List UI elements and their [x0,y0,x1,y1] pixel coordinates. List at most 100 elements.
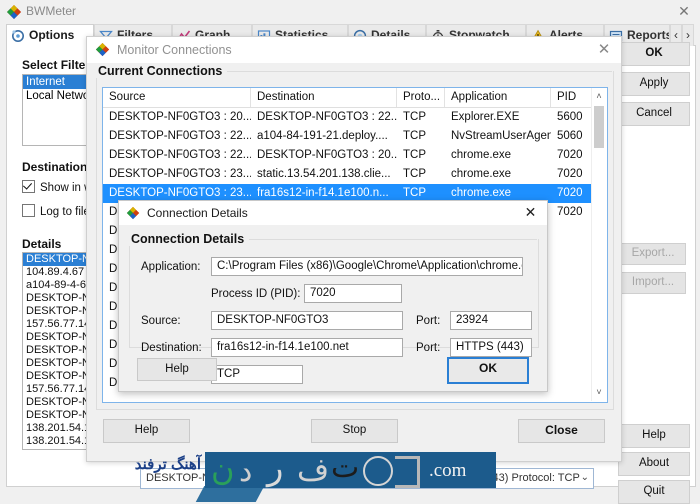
watermark-persian-text: آهنگ ترفند [0,450,205,480]
close-icon[interactable]: ✕ [595,41,613,59]
cell-protocol: TCP [397,165,445,184]
pid-field[interactable]: 7020 [304,284,402,303]
details-heading: Details [22,237,61,251]
list-item[interactable]: DESKTOP-NF0GTO3 : 23088 -> static [23,357,93,370]
connection-details-dialog: Connection Details ✕ Connection Details … [118,200,548,392]
bwmeter-diamond-logo-icon [6,4,20,18]
list-item[interactable]: 157.56.77.140 : HTTPS (443) -> DES [23,318,93,331]
destination-port-label: Port: [416,342,440,354]
bwmeter-diamond-logo-icon [95,42,110,57]
import-button[interactable]: Import... [620,272,686,294]
tab-options-label: Options [29,28,74,42]
checkbox-checked-icon [22,180,35,193]
filter-listbox[interactable]: Internet Local Network [22,74,94,146]
checkbox-unchecked-icon [22,204,35,217]
help-button[interactable]: Help [618,424,690,448]
source-field[interactable]: DESKTOP-NF0GTO3 [211,311,403,330]
options-gear-icon [11,29,25,43]
list-item[interactable]: 138.201.54.12 : HTTPS (443) -> DES [23,422,93,435]
list-item[interactable]: DESKTOP-NF0GTO3 : 23001 -> 157.5 [23,305,93,318]
application-field[interactable]: C:\Program Files (x86)\Google\Chrome\App… [211,257,523,276]
monitor-help-button[interactable]: Help [103,419,190,443]
scroll-down-icon[interactable]: ˅ [592,385,606,400]
table-vertical-scrollbar[interactable]: ˄ ˅ [591,88,607,401]
cell-protocol: TCP [397,146,445,165]
list-item[interactable]: DESKTOP-NF0GTO3 : 23060 -> 138.2 [23,344,93,357]
filter-item-internet[interactable]: Internet [23,75,93,89]
close-icon[interactable]: ✕ [522,204,539,221]
destination-field[interactable]: fra16s12-in-f14.1e100.net [211,338,403,357]
cell-application: chrome.exe [445,165,551,184]
list-item[interactable]: DESKTOP-NF0GTO3 : 23100 -> fra16 [23,396,93,409]
source-label: Source: [141,315,181,327]
close-icon[interactable]: ✕ [676,3,692,19]
details-listbox[interactable]: DESKTOP-NF0GTO3 : 23922 -> 157.56. 104.8… [22,252,94,450]
cell-source: DESKTOP-NF0GTO3 : 22... [103,146,251,165]
table-header-row: Source Destination Proto... Application … [103,88,607,108]
about-button[interactable]: About [618,452,690,476]
list-item[interactable]: 104.89.4.67 : HTTPS (443) -> DESKT [23,266,93,279]
list-item[interactable]: DESKTOP-NF0GTO3 : 23105 -> fra16 [23,409,93,422]
monitor-stop-button[interactable]: Stop [311,419,398,443]
watermark-glyph-3: ر [267,452,283,488]
monitor-close-button[interactable]: Close [518,419,605,443]
cell-application: Explorer.EXE [445,108,551,127]
connection-details-ok-button[interactable]: OK [447,357,529,384]
cell-destination: DESKTOP-NF0GTO3 : 20... [251,146,397,165]
tab-options[interactable]: Options [6,24,94,46]
list-item[interactable]: DESKTOP-NF0GTO3 : 23091 -> static [23,370,93,383]
cell-source: DESKTOP-NF0GTO3 : 20... [103,108,251,127]
list-item[interactable]: a104-89-4-67.deploy.static.akamai [23,279,93,292]
main-window-titlebar: BWMeter ✕ [0,0,700,22]
connection-details-titlebar: Connection Details ✕ [119,201,547,225]
scroll-up-icon[interactable]: ˄ [592,89,606,104]
list-item[interactable]: DESKTOP-NF0GTO3 : 22981 -> 104.8 [23,292,93,305]
list-item[interactable]: DESKTOP-NF0GTO3 : 23922 -> 157.56. [23,253,93,266]
watermark-glyph-2: د [239,454,252,488]
column-header-application[interactable]: Application [445,88,551,107]
table-row[interactable]: DESKTOP-NF0GTO3 : 20... DESKTOP-NF0GTO3 … [103,108,607,127]
table-row[interactable]: DESKTOP-NF0GTO3 : 22... DESKTOP-NF0GTO3 … [103,146,607,165]
cell-destination: static.13.54.201.138.clie... [251,165,397,184]
connection-details-heading: Connection Details [129,232,249,246]
filter-item-local-network[interactable]: Local Network [23,89,93,103]
quit-button[interactable]: Quit [618,480,690,504]
export-button[interactable]: Export... [620,243,686,265]
ok-button[interactable]: OK [618,42,690,66]
connection-details-help-button[interactable]: Help [137,358,217,381]
monitor-dialog-title: Monitor Connections [117,43,232,57]
connection-details-body: Connection Details Application: C:\Progr… [119,225,547,391]
watermark-circle-icon [363,456,393,486]
column-header-protocol[interactable]: Proto... [397,88,445,107]
column-header-source[interactable]: Source [103,88,251,107]
table-row[interactable]: DESKTOP-NF0GTO3 : 23... static.13.54.201… [103,165,607,184]
table-row[interactable]: DESKTOP-NF0GTO3 : 22... a104-84-191-21.d… [103,127,607,146]
checkbox-log-to-file-label: Log to file [40,206,90,218]
monitor-dialog-titlebar: Monitor Connections ✕ [87,37,621,63]
list-item[interactable]: 157.56.77.140 : HTTPS (443) -> DES [23,383,93,396]
protocol-field[interactable]: TCP [211,365,303,384]
watermark-domain-suffix: .com [429,460,466,482]
main-window-title: BWMeter [26,4,76,18]
bwmeter-diamond-logo-icon [126,206,140,220]
watermark-banner: ن د ر ف ت .com [205,452,496,488]
pid-label: Process ID (PID): [211,288,300,300]
cell-protocol: TCP [397,108,445,127]
chevron-down-icon[interactable]: ⌄ [581,472,589,483]
source-port-field[interactable]: 23924 [450,311,532,330]
column-header-destination[interactable]: Destination [251,88,397,107]
cell-source: DESKTOP-NF0GTO3 : 23... [103,165,251,184]
current-connections-heading: Current Connections [96,64,227,78]
cell-protocol: TCP [397,127,445,146]
list-item[interactable]: 138.201.54.12 : HTTPS (443) -> DES [23,435,93,448]
cell-application: NvStreamUserAgent.exe [445,127,551,146]
source-port-label: Port: [416,315,440,327]
cancel-button[interactable]: Cancel [618,102,690,126]
apply-button[interactable]: Apply [618,72,690,96]
select-filter-heading: Select Filter [22,58,90,72]
checkbox-log-to-file[interactable]: Log to file [22,204,90,218]
destination-label: Destination: [141,342,202,354]
scrollbar-thumb[interactable] [594,106,604,148]
list-item[interactable]: DESKTOP-NF0GTO3 : 23045 -> 138.2 [23,331,93,344]
destination-port-field[interactable]: HTTPS (443) [450,338,532,357]
